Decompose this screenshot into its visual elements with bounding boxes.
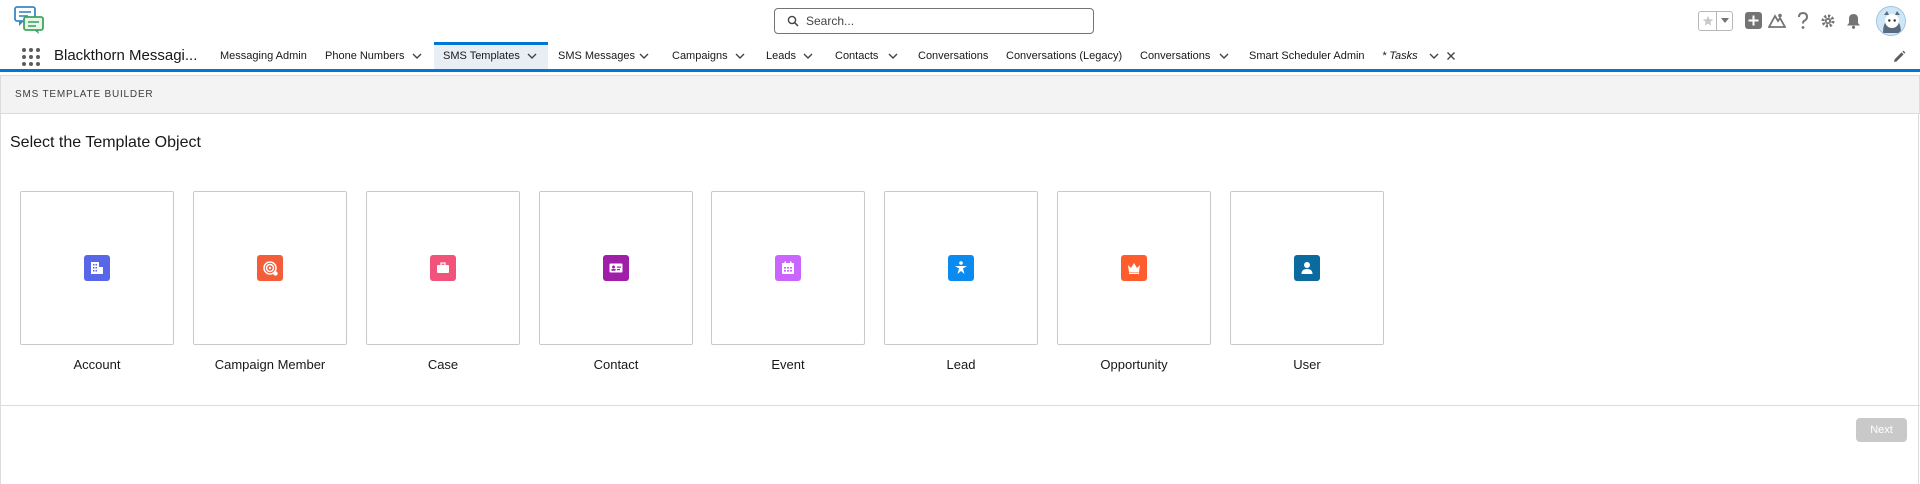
tab-messaging-admin[interactable]: Messaging Admin — [212, 42, 312, 69]
event-icon — [775, 255, 801, 281]
object-tile-user[interactable] — [1230, 191, 1384, 345]
edit-nav-pencil-icon[interactable] — [1892, 50, 1906, 64]
close-tab-icon[interactable] — [1446, 51, 1456, 61]
tab-conversations-2[interactable]: Conversations — [1132, 42, 1234, 69]
panel-border — [1918, 114, 1919, 484]
page-heading: Select the Template Object — [10, 134, 201, 151]
object-tile-lead[interactable] — [884, 191, 1038, 345]
global-add-icon[interactable] — [1745, 12, 1762, 29]
tab-leads[interactable]: Leads — [758, 42, 820, 69]
tab-sms-messages[interactable]: SMS Messages — [551, 42, 655, 69]
object-tile-case[interactable] — [366, 191, 520, 345]
tab-label: Smart Scheduler Admin — [1249, 50, 1365, 62]
chevron-down-icon[interactable] — [639, 51, 649, 61]
user-avatar[interactable] — [1876, 6, 1906, 36]
tab-label: SMS Templates — [443, 50, 520, 62]
favorites-group[interactable] — [1698, 11, 1733, 31]
object-label-lead: Lead — [946, 357, 976, 372]
tab-label: Conversations — [918, 50, 989, 62]
tab-label: Campaigns — [672, 50, 728, 62]
tab-label: Leads — [766, 50, 796, 62]
tab-label: Messaging Admin — [220, 50, 307, 62]
tab-label: Conversations (Legacy) — [1006, 50, 1123, 62]
tab-smart-scheduler-admin[interactable]: Smart Scheduler Admin — [1241, 42, 1375, 69]
object-label-event: Event — [771, 357, 805, 372]
object-label-account: Account — [73, 357, 121, 372]
opportunity-icon — [1121, 255, 1147, 281]
tab-label: SMS Messages — [558, 50, 636, 62]
object-tile-account[interactable] — [20, 191, 174, 345]
tab-sms-templates[interactable]: SMS Templates — [434, 42, 548, 69]
object-label-opportunity: Opportunity — [1100, 357, 1168, 372]
tab-label: Contacts — [835, 50, 879, 62]
app-nav-bar: Blackthorn Messagi... Messaging Admin Ph… — [0, 42, 1920, 72]
global-search-box[interactable] — [774, 8, 1094, 34]
help-icon[interactable] — [1794, 11, 1812, 31]
user-icon — [1294, 255, 1320, 281]
builder-title: SMS TEMPLATE BUILDER — [15, 89, 154, 100]
builder-header: SMS TEMPLATE BUILDER — [0, 75, 1920, 114]
app-name: Blackthorn Messagi... — [54, 47, 198, 64]
favorites-dropdown-icon[interactable] — [1717, 12, 1732, 30]
search-input[interactable] — [806, 14, 1086, 28]
favorite-star-icon[interactable] — [1699, 12, 1717, 30]
tab-label: Conversations — [1140, 50, 1211, 62]
case-icon — [430, 255, 456, 281]
tab-contacts[interactable]: Contacts — [827, 42, 907, 69]
notifications-bell-icon[interactable] — [1843, 11, 1863, 31]
tab-label: Phone Numbers — [325, 50, 405, 62]
chevron-down-icon[interactable] — [1219, 51, 1229, 61]
trailhead-icon[interactable] — [1767, 11, 1787, 31]
tab-phone-numbers[interactable]: Phone Numbers — [317, 42, 427, 69]
object-label-contact: Contact — [593, 357, 639, 372]
setup-gear-icon[interactable] — [1818, 11, 1838, 31]
account-icon — [84, 255, 110, 281]
panel-border — [0, 114, 1, 484]
contact-icon — [603, 255, 629, 281]
chevron-down-icon[interactable] — [1429, 51, 1439, 61]
global-header — [0, 0, 1920, 42]
object-tile-event[interactable] — [711, 191, 865, 345]
tab-conversations-legacy[interactable]: Conversations (Legacy) — [998, 42, 1126, 69]
tab-campaigns[interactable]: Campaigns — [664, 42, 754, 69]
object-label-case: Case — [427, 357, 459, 372]
tab-tasks[interactable]: * Tasks — [1377, 42, 1459, 69]
search-icon — [787, 15, 799, 27]
app-logo-icon[interactable] — [13, 5, 45, 35]
chevron-down-icon[interactable] — [412, 51, 422, 61]
tab-conversations[interactable]: Conversations — [910, 42, 996, 69]
chevron-down-icon[interactable] — [803, 51, 813, 61]
chevron-down-icon[interactable] — [888, 51, 898, 61]
object-label-campaign-member: Campaign Member — [214, 357, 326, 372]
next-button[interactable]: Next — [1856, 418, 1907, 442]
footer-divider — [0, 405, 1920, 406]
object-tile-contact[interactable] — [539, 191, 693, 345]
app-launcher-icon[interactable] — [22, 48, 40, 66]
lead-icon — [948, 255, 974, 281]
object-label-user: User — [1293, 357, 1321, 372]
campaign-member-icon — [257, 255, 283, 281]
tab-label: * Tasks — [1382, 50, 1418, 62]
object-tile-opportunity[interactable] — [1057, 191, 1211, 345]
chevron-down-icon[interactable] — [527, 51, 537, 61]
object-tile-campaign-member[interactable] — [193, 191, 347, 345]
chevron-down-icon[interactable] — [735, 51, 745, 61]
